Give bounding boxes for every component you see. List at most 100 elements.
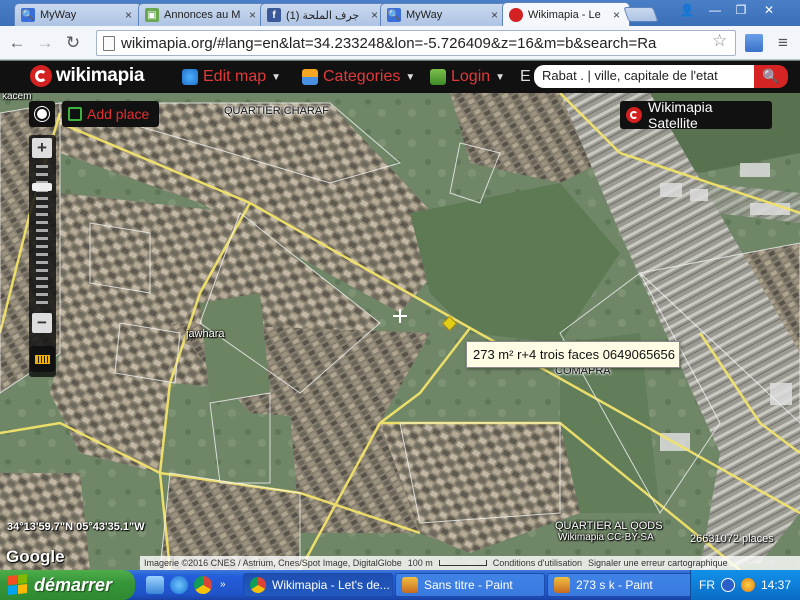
add-place-button[interactable]: Add place [62, 101, 159, 127]
task-paint-273[interactable]: 273 s k - Paint [547, 573, 697, 597]
chrome-icon [250, 577, 266, 593]
new-tab-button[interactable] [623, 7, 659, 22]
facebook-icon: f [267, 8, 281, 22]
edit-map-label: Edit map [203, 68, 267, 85]
language-indicator[interactable]: FR [699, 578, 715, 592]
restore-icon[interactable]: ❐ [730, 2, 752, 18]
tab-wikimapia[interactable]: Wikimapia - Le × [502, 2, 630, 26]
internet-explorer-icon[interactable] [170, 576, 188, 594]
paint-icon [402, 577, 418, 593]
add-place-icon [68, 107, 82, 121]
search-icon: 🔍 [21, 8, 35, 22]
layer-label: Wikimapia Satellite [648, 99, 713, 131]
crosshair-cursor-icon [393, 309, 407, 323]
tab-label: (1) جرف الملحة [286, 9, 360, 22]
zoom-out-button[interactable]: − [32, 313, 52, 333]
close-icon[interactable]: × [491, 8, 501, 22]
tab-myway-2[interactable]: 🔍 MyWay × [380, 3, 508, 26]
task-paint-untitled[interactable]: Sans titre - Paint [395, 573, 545, 597]
imagery-credit: Imagerie ©2016 CNES / Astrium, Cnes/Spot… [144, 558, 402, 568]
bookmark-star-icon[interactable]: ☆ [712, 31, 727, 51]
task-label: 273 s k - Paint [576, 578, 653, 592]
close-window-icon[interactable]: ✕ [758, 2, 780, 18]
extension-icon[interactable] [745, 34, 763, 52]
security-icon[interactable] [741, 578, 755, 592]
browser-tab-bar: 🔍 MyWay × ▣ Annonces au M × f (1) جرف ال… [0, 0, 800, 26]
windows-taskbar: démarrer » Wikimapia - Let's de... Sans … [0, 570, 800, 600]
box-icon: ▣ [145, 8, 159, 22]
forward-icon[interactable]: → [34, 32, 56, 54]
tab-label: Annonces au M [164, 9, 241, 21]
start-button[interactable]: démarrer [0, 570, 135, 600]
ruler-button[interactable] [30, 346, 55, 372]
layer-selector[interactable]: Wikimapia Satellite [620, 99, 772, 131]
add-place-label: Add place [87, 106, 150, 122]
login-menu[interactable]: Login ▼ [430, 68, 505, 86]
report-error-link[interactable]: Signaler une erreur cartographique [588, 558, 728, 568]
task-label: Sans titre - Paint [424, 578, 513, 592]
tab-facebook[interactable]: f (1) جرف الملحة × [260, 3, 388, 26]
tab-myway-1[interactable]: 🔍 MyWay × [14, 3, 142, 26]
wikimapia-icon [509, 7, 523, 22]
label-license: Wikimapia CC-BY-SA [558, 532, 654, 543]
quick-launch-expand-icon[interactable]: » [220, 579, 226, 590]
windows-logo-icon [8, 574, 28, 596]
chrome-icon[interactable] [194, 576, 212, 594]
categories-icon [302, 69, 318, 85]
wikimapia-logo[interactable]: wikimapia [30, 65, 144, 87]
address-bar[interactable]: wikimapia.org/#lang=en&lat=34.233248&lon… [96, 30, 736, 56]
label-jawhara: jawhara [186, 328, 225, 340]
zoom-slider-handle[interactable] [32, 183, 52, 191]
start-label: démarrer [34, 574, 113, 595]
wikimapia-header: wikimapia Edit map ▼ Categories ▼ Login … [0, 61, 800, 93]
clock: 14:37 [761, 578, 792, 592]
extra-label: E [520, 68, 531, 85]
search-button[interactable]: 🔍 [754, 65, 788, 88]
minimize-icon[interactable]: — [704, 2, 726, 18]
tab-label: Wikimapia - Le [528, 8, 601, 21]
zoom-control: + − [29, 135, 56, 377]
login-label: Login [451, 68, 491, 85]
user-icon[interactable]: 👤 [676, 2, 698, 18]
label-quartier-al-qods: QUARTIER AL QODS [555, 520, 663, 532]
caret-down-icon: ▼ [405, 71, 416, 83]
map-view[interactable]: kacem QUARTIER CHARAF jawhara COMAPRA QU… [0, 93, 800, 570]
search-input[interactable]: Rabat . | ville, capitale de l'etat [534, 65, 754, 88]
terms-link[interactable]: Conditions d'utilisation [493, 558, 582, 568]
task-wikimapia[interactable]: Wikimapia - Let's de... [243, 573, 393, 597]
search-icon: 🔍 [387, 8, 401, 22]
close-icon[interactable]: × [249, 8, 259, 22]
map-attribution: Imagerie ©2016 CNES / Astrium, Cnes/Spot… [140, 556, 800, 570]
caret-down-icon: ▼ [495, 71, 506, 83]
tab-label: MyWay [40, 9, 77, 21]
close-icon[interactable]: × [125, 8, 135, 22]
page-icon [103, 35, 115, 51]
browser-toolbar: ← → ↻ wikimapia.org/#lang=en&lat=34.2332… [0, 26, 800, 60]
menu-icon[interactable]: ≡ [772, 32, 794, 54]
reload-icon[interactable]: ↻ [62, 32, 84, 54]
location-button[interactable] [29, 101, 55, 127]
cursor-coordinates: 34°13'59.7"N 05°43'35.1"W [7, 521, 145, 533]
system-tray: FR 14:37 [690, 570, 800, 600]
login-icon [430, 69, 446, 85]
show-desktop-icon[interactable] [146, 576, 164, 594]
paint-icon [554, 577, 570, 593]
label-kacem: kacem [2, 93, 32, 102]
url-text: wikimapia.org/#lang=en&lat=34.233248&lon… [121, 34, 657, 52]
wikimapia-logo-icon [30, 65, 52, 87]
edit-map-menu[interactable]: Edit map ▼ [182, 68, 281, 86]
zoom-in-button[interactable]: + [32, 138, 52, 158]
wikimapia-layer-icon [626, 107, 642, 123]
google-logo: Google [6, 547, 65, 566]
place-tooltip: 273 m² r+4 trois faces 0649065656 [466, 341, 680, 368]
scale-bar [438, 560, 487, 566]
tab-label: MyWay [406, 9, 443, 21]
back-icon[interactable]: ← [6, 32, 28, 54]
tray-expand-icon[interactable] [721, 578, 735, 592]
ruler-icon [35, 354, 50, 364]
extra-menu[interactable]: E [520, 68, 531, 86]
tab-annonces[interactable]: ▣ Annonces au M × [138, 3, 266, 26]
categories-menu[interactable]: Categories ▼ [302, 68, 415, 86]
caret-down-icon: ▼ [271, 71, 282, 83]
close-icon[interactable]: × [613, 8, 623, 22]
